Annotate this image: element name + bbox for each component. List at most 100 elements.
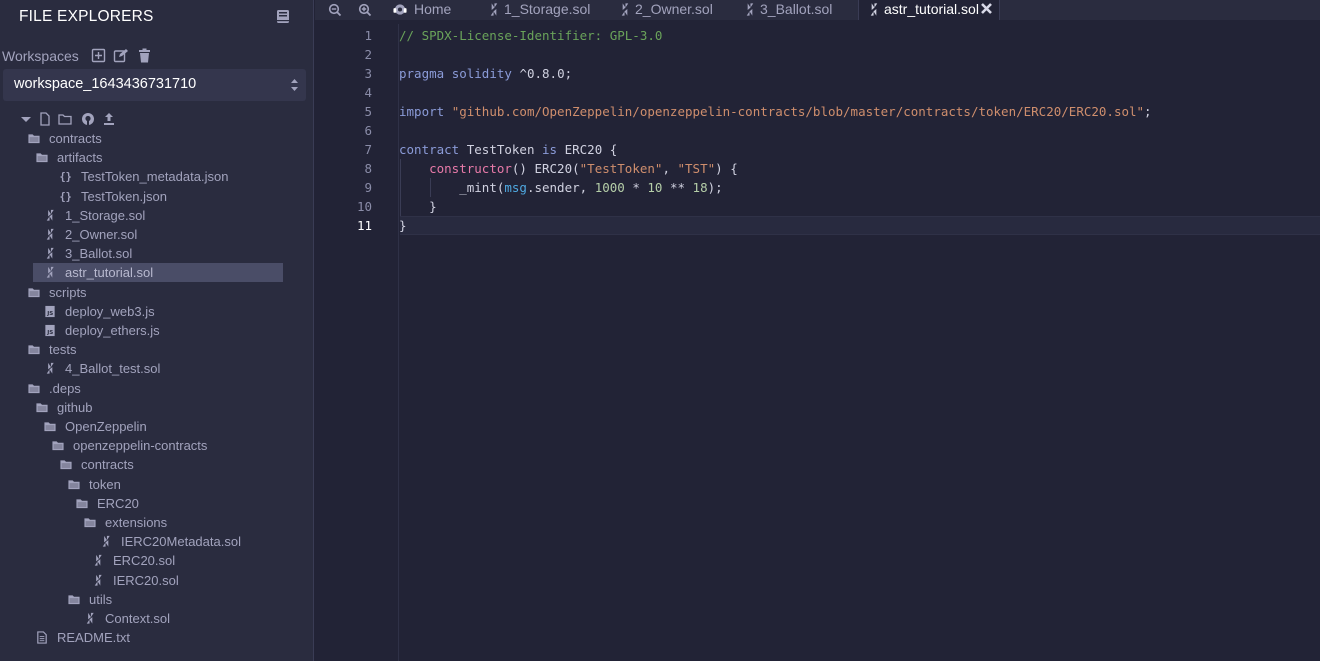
upload-icon[interactable]	[102, 112, 116, 126]
tree-file[interactable]: astr_tutorial.sol	[33, 263, 283, 283]
tree-file[interactable]: JS deploy_web3.js	[30, 302, 290, 321]
solidity-icon	[746, 3, 754, 16]
tree-file[interactable]: IERC20.sol	[78, 571, 338, 590]
line-number: 4	[364, 85, 372, 100]
folder-icon	[60, 460, 72, 470]
zoom-out-icon[interactable]	[328, 3, 342, 17]
punct-token: ) {	[715, 161, 738, 176]
tab-astr-tutorial[interactable]: astr_tutorial.sol	[858, 0, 1000, 20]
js-file-icon: JS	[45, 324, 55, 336]
code-line-8: constructor() ERC20("TestToken", "TST") …	[399, 161, 738, 176]
tree-item-label: tests	[49, 342, 77, 358]
book-icon[interactable]	[276, 9, 290, 24]
close-icon[interactable]	[980, 2, 993, 15]
identifier-token: () ERC20(	[511, 161, 580, 176]
tree-item-label: astr_tutorial.sol	[65, 265, 154, 281]
solidity-file-icon	[94, 574, 102, 586]
line-number: 3	[364, 66, 372, 81]
tree-item-label: .deps	[49, 380, 81, 396]
punct-token: }	[399, 218, 407, 233]
tab-1-storage[interactable]: 1_Storage.sol	[487, 0, 609, 20]
select-arrows-icon	[291, 79, 298, 91]
folder-icon	[28, 287, 40, 297]
tree-folder[interactable]: .deps	[22, 379, 282, 398]
folder-icon	[44, 422, 56, 432]
tree-item-label: 2_Owner.sol	[65, 227, 138, 242]
tree-file[interactable]: JS deploy_ethers.js	[30, 321, 290, 340]
tree-folder[interactable]: ERC20	[70, 494, 330, 513]
tree-item-label: IERC20Metadata.sol	[121, 534, 241, 550]
tree-file[interactable]: 3_Ballot.sol	[30, 244, 290, 263]
workspace-select-value: workspace_1643436731710	[14, 76, 197, 92]
code-line-9: _mint(msg.sender, 1000 * 10 ** 18);	[399, 180, 722, 195]
tree-item-label: TestToken.json	[81, 188, 167, 204]
tree-folder[interactable]: artifacts	[30, 148, 290, 167]
tree-item-label: 3_Ballot.sol	[65, 246, 133, 262]
punct-token: ,	[662, 161, 678, 176]
tab-home[interactable]: Home	[393, 0, 481, 20]
sidebar-header: FILE EXPLORERS	[0, 0, 313, 34]
tab-label: 3_Ballot.sol	[760, 1, 833, 17]
tree-folder[interactable]: tests	[22, 340, 282, 359]
tab-label: 2_Owner.sol	[635, 1, 713, 17]
tree-item-label: README.txt	[57, 630, 130, 646]
tree-file[interactable]: 1_Storage.sol	[30, 206, 290, 225]
number-token: 1000	[594, 180, 625, 195]
tree-folder[interactable]: scripts	[22, 283, 282, 302]
tree-folder[interactable]: utils	[62, 590, 322, 609]
code-line-3: pragma solidity ^0.8.0;	[399, 66, 572, 81]
tree-file[interactable]: ERC20.sol	[78, 551, 338, 570]
code-line-10: }	[399, 199, 437, 214]
tree-item-label: contracts	[81, 457, 134, 473]
workspace-select[interactable]: workspace_1643436731710	[3, 69, 306, 101]
line-number: 8	[364, 161, 372, 176]
tree-file[interactable]: IERC20Metadata.sol	[86, 532, 346, 551]
zoom-in-icon[interactable]	[358, 3, 372, 17]
github-icon[interactable]	[81, 112, 95, 126]
tab-2-owner[interactable]: 2_Owner.sol	[618, 0, 732, 20]
new-file-icon[interactable]	[38, 112, 52, 126]
tree-item-label: scripts	[49, 284, 87, 300]
tree-item-label: 1_Storage.sol	[65, 207, 146, 223]
string-token: "TestToken"	[579, 161, 663, 176]
operator-token: **	[662, 180, 693, 195]
solidity-file-icon	[102, 536, 110, 547]
tree-folder[interactable]: github	[30, 398, 290, 417]
tree-file[interactable]: {} TestToken.json	[38, 187, 298, 206]
tree-item-label: OpenZeppelin	[65, 419, 147, 434]
tree-folder[interactable]: extensions	[78, 513, 338, 532]
new-folder-icon[interactable]	[58, 112, 72, 126]
keyword-token: solidity	[451, 66, 512, 81]
string-token: "TST"	[677, 161, 716, 176]
tree-file[interactable]: README.txt	[22, 628, 282, 647]
tab-3-ballot[interactable]: 3_Ballot.sol	[743, 0, 853, 20]
solidity-file-icon	[94, 555, 102, 566]
tree-folder[interactable]: token	[62, 475, 322, 494]
caret-down-icon[interactable]	[19, 112, 33, 126]
builtin-token: msg	[504, 180, 527, 195]
folder-icon	[28, 383, 40, 393]
solidity-icon	[870, 3, 878, 16]
line-number: 2	[364, 47, 372, 62]
text-file-icon	[37, 631, 47, 644]
tree-file[interactable]: 4_Ballot_test.sol	[30, 359, 290, 378]
tree-folder[interactable]: contracts	[54, 455, 314, 474]
folder-icon	[76, 499, 88, 508]
tree-folder[interactable]: openzeppelin-contracts	[46, 436, 306, 455]
svg-text:JS: JS	[46, 311, 53, 317]
edit-workspace-icon[interactable]	[113, 48, 128, 63]
folder-icon	[68, 479, 80, 489]
tree-file[interactable]: {} TestToken_metadata.json	[38, 167, 298, 186]
solidity-file-icon	[46, 267, 54, 278]
folder-icon	[52, 441, 64, 451]
operator-token: *	[624, 180, 648, 195]
svg-text:{}: {}	[60, 192, 72, 203]
tree-file[interactable]: Context.sol	[70, 609, 330, 628]
delete-workspace-icon[interactable]	[137, 48, 152, 63]
tree-item-label: TestToken_metadata.json	[81, 169, 229, 185]
tree-file[interactable]: 2_Owner.sol	[30, 225, 290, 244]
tree-folder[interactable]: contracts	[22, 129, 282, 148]
tree-folder[interactable]: OpenZeppelin	[38, 417, 298, 436]
add-workspace-icon[interactable]	[91, 48, 106, 63]
tab-label: Home	[414, 1, 452, 17]
